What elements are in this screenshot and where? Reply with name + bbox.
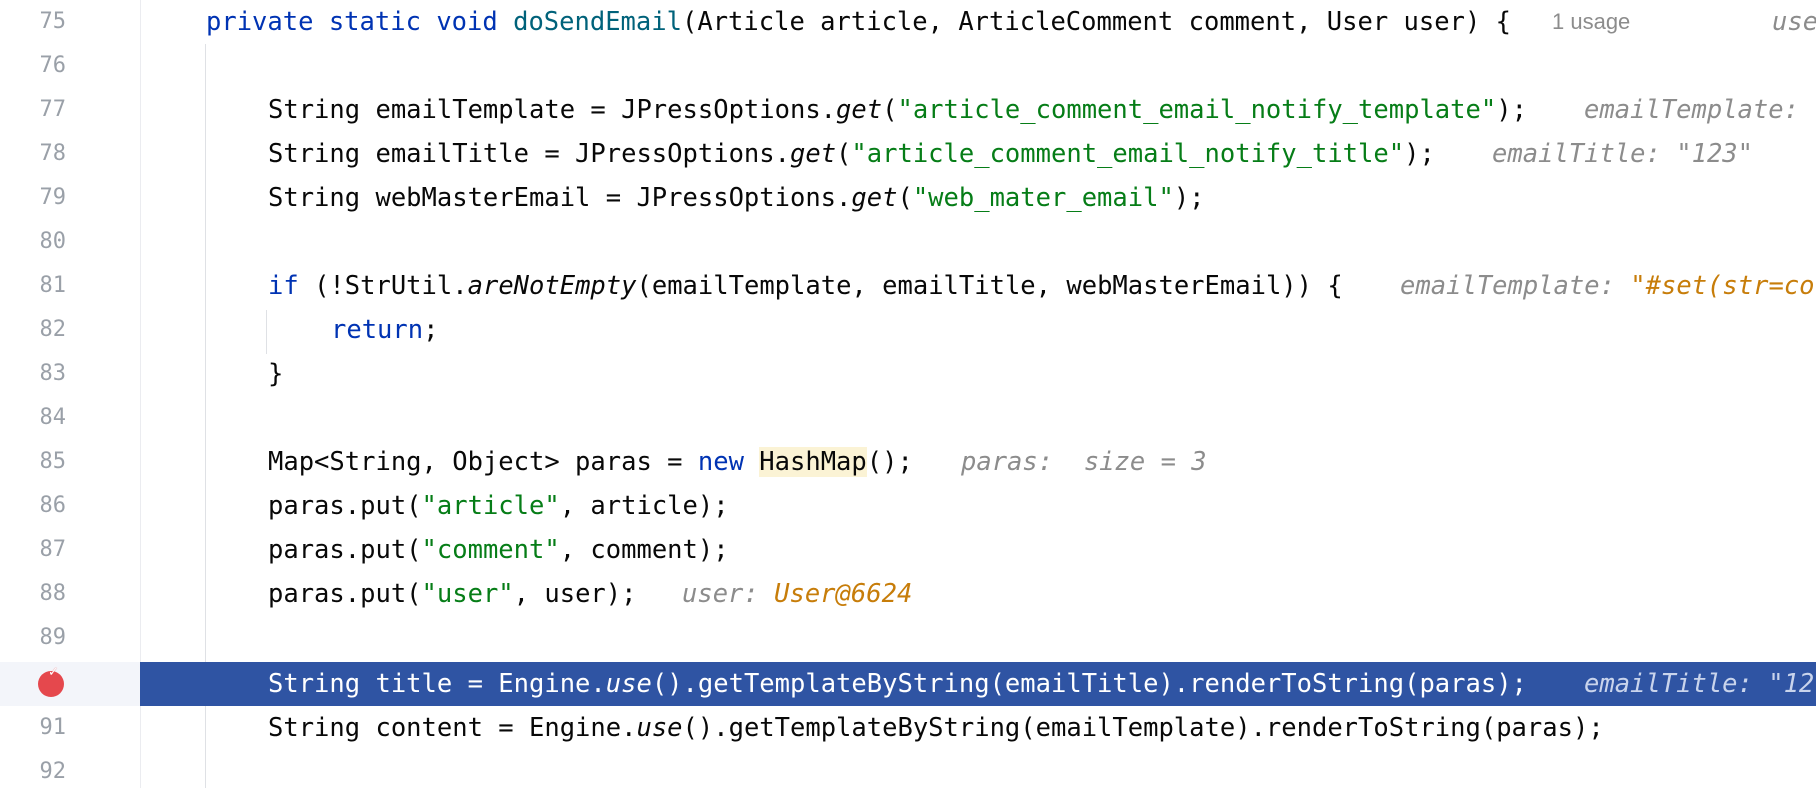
code-line[interactable]: 86 paras.put("article", article);: [0, 484, 1816, 528]
line-number: 81: [39, 273, 67, 298]
breakpoint-gutter-cell[interactable]: ✓: [0, 662, 140, 706]
line-number: 86: [39, 493, 67, 518]
line-number: 87: [39, 537, 67, 562]
usages-inlay[interactable]: 1 usage: [1552, 0, 1630, 44]
code-line[interactable]: 80: [0, 220, 1816, 264]
code-line[interactable]: 91 String content = Engine.use().getTemp…: [0, 706, 1816, 750]
line-number: 79: [39, 185, 67, 210]
code-line[interactable]: 88 paras.put("user", user); user: User@6…: [0, 572, 1816, 616]
debug-value-hint: emailTitle: "12: [1584, 669, 1815, 699]
code-line[interactable]: 76: [0, 44, 1816, 88]
code-line[interactable]: 77 String emailTemplate = JPressOptions.…: [0, 88, 1816, 132]
code-line[interactable]: 89: [0, 616, 1816, 660]
line-number: 75: [39, 9, 67, 34]
line-number: 89: [39, 625, 67, 650]
debug-value-hint: emailTemplate:: [1584, 95, 1799, 125]
code-text: return;: [331, 315, 439, 345]
code-text: String title = Engine.use().getTemplateB…: [268, 669, 1527, 699]
code-line[interactable]: 92: [0, 750, 1816, 788]
code-editor[interactable]: 75 private static void doSendEmail(Artic…: [0, 0, 1816, 788]
line-number: 88: [39, 581, 67, 606]
code-line[interactable]: 79 String webMasterEmail = JPressOptions…: [0, 176, 1816, 220]
debug-value-hint: emailTitle: "123": [1492, 139, 1754, 169]
code-text: if (!StrUtil.areNotEmpty(emailTemplate, …: [268, 271, 1343, 301]
code-text: paras.put("user", user);: [268, 579, 637, 609]
code-line[interactable]: 82 return;: [0, 308, 1816, 352]
line-number: 85: [39, 449, 67, 474]
line-number: 76: [39, 53, 67, 78]
line-number: 84: [39, 405, 67, 430]
code-line[interactable]: 83 }: [0, 352, 1816, 396]
code-line[interactable]: 87 paras.put("comment", comment);: [0, 528, 1816, 572]
code-text: Map<String, Object> paras = new HashMap(…: [268, 447, 913, 477]
code-line[interactable]: 81 if (!StrUtil.areNotEmpty(emailTemplat…: [0, 264, 1816, 308]
line-number: 82: [39, 317, 67, 342]
check-icon: ✓: [48, 665, 59, 680]
line-number: 78: [39, 141, 67, 166]
debug-value-hint: emailTemplate: "#set(str=co: [1400, 271, 1815, 301]
code-text: private static void doSendEmail(Article …: [206, 7, 1512, 37]
code-text: paras.put("comment", comment);: [268, 535, 729, 565]
code-line[interactable]: 84: [0, 396, 1816, 440]
code-line[interactable]: 78 String emailTitle = JPressOptions.get…: [0, 132, 1816, 176]
code-text: paras.put("article", article);: [268, 491, 729, 521]
code-line[interactable]: 75 private static void doSendEmail(Artic…: [0, 0, 1816, 44]
line-number: 77: [39, 97, 67, 122]
code-text: String emailTemplate = JPressOptions.get…: [268, 95, 1527, 125]
author-inlay[interactable]: use: [1772, 0, 1816, 44]
code-text: String webMasterEmail = JPressOptions.ge…: [268, 183, 1205, 213]
code-text: String content = Engine.use().getTemplat…: [268, 713, 1604, 743]
code-text: }: [268, 359, 284, 389]
code-text: String emailTitle = JPressOptions.get("a…: [268, 139, 1435, 169]
line-number: 92: [39, 759, 67, 784]
code-line[interactable]: 85 Map<String, Object> paras = new HashM…: [0, 440, 1816, 484]
line-number: 80: [39, 229, 67, 254]
debug-value-hint: user: User@6624: [682, 579, 913, 609]
line-number: 83: [39, 361, 67, 386]
line-number: 91: [39, 715, 67, 740]
debug-value-hint: paras: size = 3: [961, 447, 1207, 477]
current-execution-line[interactable]: ✓ String title = Engine.use().getTemplat…: [0, 662, 1816, 706]
